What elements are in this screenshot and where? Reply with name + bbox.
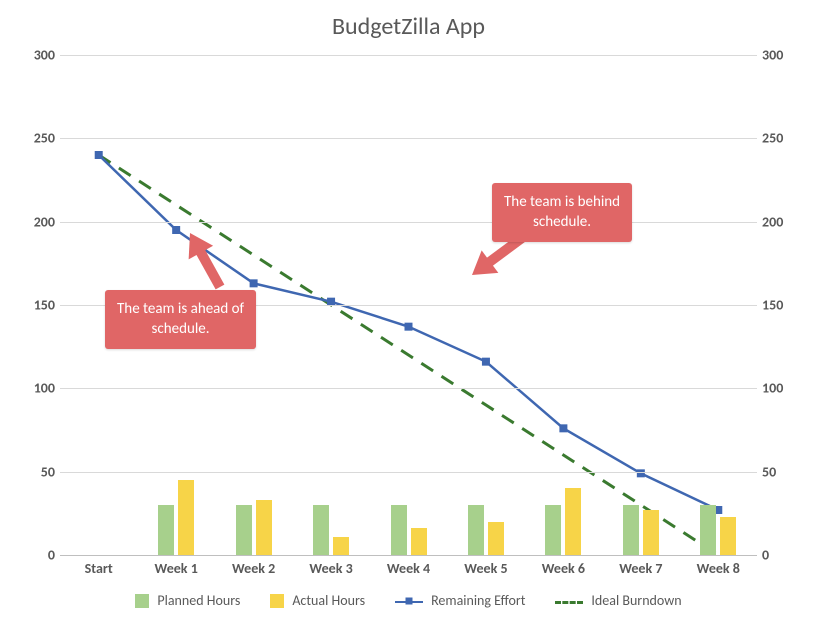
bar-planned <box>623 505 639 555</box>
gridline <box>60 138 757 139</box>
y-axis-tick-left: 50 <box>5 463 55 480</box>
y-axis-tick-right: 50 <box>762 463 812 480</box>
x-axis-tick: Week 8 <box>697 560 740 577</box>
legend-label: Remaining Effort <box>431 592 525 609</box>
remaining-effort-marker <box>405 323 412 330</box>
y-axis-tick-left: 100 <box>5 380 55 397</box>
remaining-effort-marker <box>250 280 257 287</box>
bar-actual <box>720 517 736 555</box>
swatch-actual-icon <box>270 594 284 608</box>
bar-actual <box>488 522 504 555</box>
x-axis-tick: Start <box>85 560 113 577</box>
y-axis-tick-right: 250 <box>762 130 812 147</box>
annotation-callout: The team is behindschedule. <box>492 183 632 242</box>
bar-planned <box>545 505 561 555</box>
remaining-effort-marker <box>560 425 567 432</box>
legend-label: Ideal Burndown <box>591 592 681 609</box>
legend-item-ideal: Ideal Burndown <box>555 592 681 609</box>
y-axis-tick-right: 100 <box>762 380 812 397</box>
swatch-planned-icon <box>135 594 149 608</box>
annotation-callout: The team is ahead ofschedule. <box>105 290 256 349</box>
bar-planned <box>236 505 252 555</box>
x-axis-tick: Week 4 <box>387 560 430 577</box>
gridline <box>60 222 757 223</box>
bar-actual <box>333 537 349 555</box>
x-axis-tick: Week 3 <box>309 560 352 577</box>
bar-actual <box>256 500 272 555</box>
x-axis-tick: Week 2 <box>232 560 275 577</box>
y-axis-tick-right: 200 <box>762 213 812 230</box>
y-axis-tick-left: 200 <box>5 213 55 230</box>
remaining-effort-marker <box>482 358 489 365</box>
bar-actual <box>178 480 194 555</box>
gridline <box>60 55 757 56</box>
y-axis-tick-right: 0 <box>762 547 812 564</box>
legend-label: Actual Hours <box>292 592 365 609</box>
legend-item-remaining: Remaining Effort <box>395 592 525 609</box>
remaining-effort-marker <box>95 152 102 159</box>
x-axis-tick: Week 1 <box>155 560 198 577</box>
bar-planned <box>468 505 484 555</box>
remaining-effort-marker <box>173 227 180 234</box>
swatch-remaining-icon <box>395 594 423 608</box>
bar-actual <box>411 528 427 555</box>
bar-planned <box>391 505 407 555</box>
swatch-ideal-icon <box>555 594 583 608</box>
y-axis-tick-right: 300 <box>762 47 812 64</box>
chart-title: BudgetZilla App <box>0 12 817 41</box>
x-axis-tick: Week 6 <box>542 560 585 577</box>
y-axis-tick-right: 150 <box>762 297 812 314</box>
y-axis-tick-left: 250 <box>5 130 55 147</box>
legend: Planned Hours Actual Hours Remaining Eff… <box>60 592 757 609</box>
y-axis-tick-left: 150 <box>5 297 55 314</box>
gridline <box>60 388 757 389</box>
y-axis-tick-left: 300 <box>5 47 55 64</box>
bar-planned <box>158 505 174 555</box>
legend-item-planned: Planned Hours <box>135 592 240 609</box>
bar-actual <box>565 488 581 555</box>
burndown-chart: BudgetZilla App 005050100100150150200200… <box>0 0 817 641</box>
plot-area: 005050100100150150200200250250300300Star… <box>60 55 757 556</box>
y-axis-tick-left: 0 <box>5 547 55 564</box>
gridline <box>60 472 757 473</box>
bar-planned <box>700 505 716 555</box>
legend-label: Planned Hours <box>157 592 240 609</box>
legend-item-actual: Actual Hours <box>270 592 365 609</box>
bar-actual <box>643 510 659 555</box>
x-axis-tick: Week 7 <box>619 560 662 577</box>
bar-planned <box>313 505 329 555</box>
x-axis-tick: Week 5 <box>464 560 507 577</box>
